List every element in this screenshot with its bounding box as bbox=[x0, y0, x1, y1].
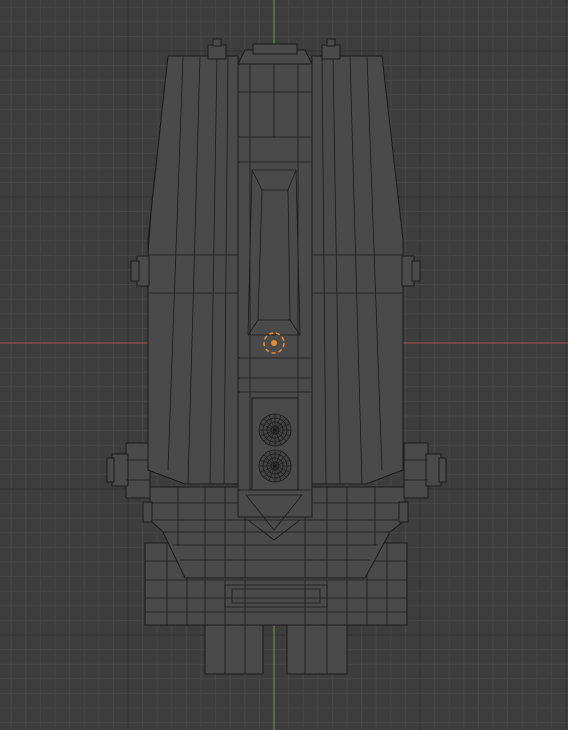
hip-joint-right bbox=[403, 442, 447, 499]
3d-viewport[interactable] bbox=[0, 0, 568, 730]
left-foot bbox=[204, 623, 264, 675]
head-top bbox=[252, 43, 298, 55]
shoulder-stud-right bbox=[401, 255, 421, 287]
speaker-top bbox=[258, 413, 292, 447]
robot-mesh[interactable] bbox=[106, 38, 447, 675]
viewport-canvas[interactable] bbox=[0, 0, 568, 730]
shoulder-stud-left bbox=[130, 255, 150, 287]
speaker-bottom bbox=[258, 449, 292, 483]
right-foot bbox=[286, 623, 348, 675]
